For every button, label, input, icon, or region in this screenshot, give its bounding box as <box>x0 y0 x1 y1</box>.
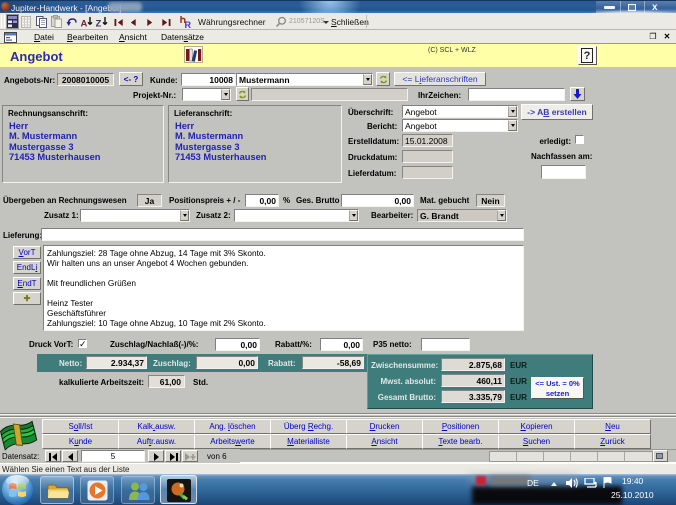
svg-text:Z: Z <box>96 19 102 29</box>
svg-text:A: A <box>81 19 88 29</box>
svg-text:R: R <box>185 20 192 29</box>
